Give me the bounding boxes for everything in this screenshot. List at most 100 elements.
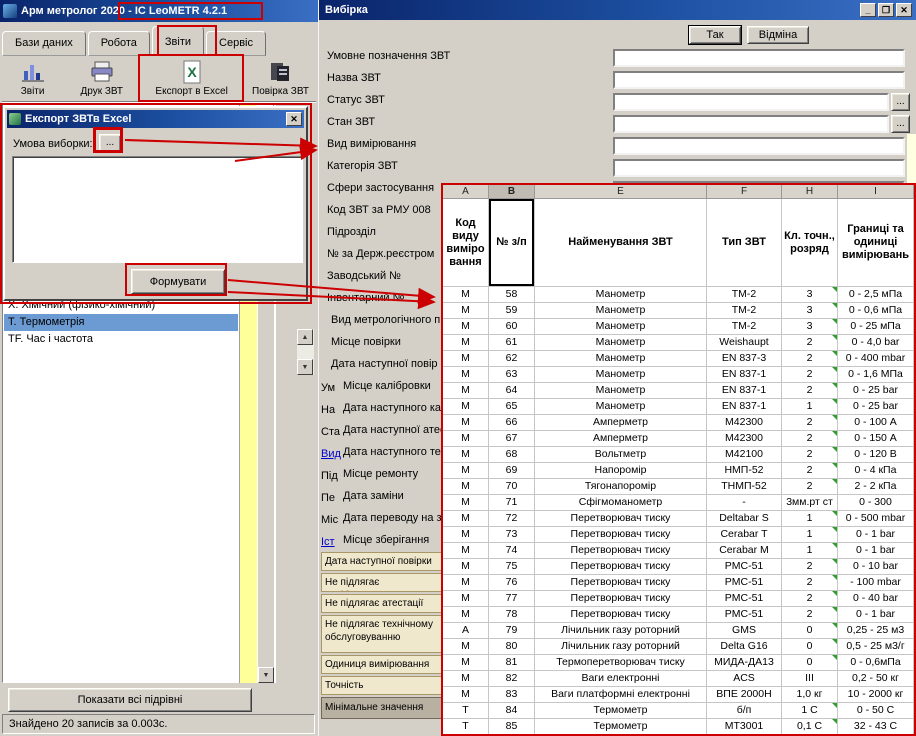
header-cell[interactable]: Кл. точн., розряд	[782, 199, 838, 287]
cell[interactable]: Т	[443, 703, 489, 719]
cell[interactable]: 72	[489, 511, 535, 527]
verification-zvt-button[interactable]: Повірка ЗВТ	[243, 57, 318, 102]
cell[interactable]: 74	[489, 543, 535, 559]
cell[interactable]: Сфігмоманометр	[535, 495, 707, 511]
cell[interactable]: М	[443, 575, 489, 591]
cell[interactable]: 1	[782, 527, 838, 543]
cell[interactable]: М	[443, 367, 489, 383]
cell[interactable]: EN 837-1	[707, 399, 782, 415]
cell[interactable]: 83	[489, 687, 535, 703]
generate-button[interactable]: Формувати	[131, 269, 225, 294]
cell[interactable]: 2	[782, 559, 838, 575]
cell[interactable]: 0 - 400 mbar	[838, 351, 914, 367]
cell[interactable]: Т	[443, 719, 489, 735]
export-excel-button[interactable]: X Експорт в Excel	[140, 57, 243, 102]
cell[interactable]: 68	[489, 447, 535, 463]
cell[interactable]: 1	[782, 543, 838, 559]
cell[interactable]: 62	[489, 351, 535, 367]
cell[interactable]: 61	[489, 335, 535, 351]
cell[interactable]: 0 - 120 В	[838, 447, 914, 463]
cell[interactable]: Манометр	[535, 287, 707, 303]
cell[interactable]: М	[443, 351, 489, 367]
highlighted-field[interactable]: Не підлягає калібруванню	[321, 573, 443, 592]
cell[interactable]: ТМ-2	[707, 303, 782, 319]
cell[interactable]: М	[443, 527, 489, 543]
cell[interactable]: М	[443, 607, 489, 623]
cell[interactable]: PMC-51	[707, 591, 782, 607]
highlighted-field[interactable]: Не підлягає технічному обслуговуванню	[321, 615, 443, 653]
cell[interactable]: Перетворювач тиску	[535, 607, 707, 623]
cell[interactable]: НМП-52	[707, 463, 782, 479]
cell[interactable]: ACS	[707, 671, 782, 687]
cell[interactable]: Термоперетворювач тиску	[535, 655, 707, 671]
cell[interactable]: М	[443, 639, 489, 655]
cell[interactable]: GMS	[707, 623, 782, 639]
cell[interactable]: Манометр	[535, 399, 707, 415]
cell[interactable]: М	[443, 543, 489, 559]
cell[interactable]: 0 - 100 А	[838, 415, 914, 431]
cell[interactable]: 0,25 - 25 м3	[838, 623, 914, 639]
cell[interactable]: 2	[782, 431, 838, 447]
cell[interactable]: PMC-51	[707, 575, 782, 591]
cell[interactable]: 2	[782, 383, 838, 399]
cell[interactable]: 0 - 4,0 bar	[838, 335, 914, 351]
cell[interactable]: 0 - 1 bar	[838, 607, 914, 623]
scroll-up-icon[interactable]: ▲	[297, 329, 313, 345]
cell[interactable]: Cerabar M	[707, 543, 782, 559]
cell[interactable]: 69	[489, 463, 535, 479]
cell[interactable]: 0 - 300	[838, 495, 914, 511]
highlighted-field[interactable]: Дата наступної повірки	[321, 552, 443, 571]
cell[interactable]: Амперметр	[535, 431, 707, 447]
cell[interactable]: 0 - 500 mbar	[838, 511, 914, 527]
cell[interactable]: Лічильник газу роторний	[535, 639, 707, 655]
cell[interactable]: 0 - 25 bar	[838, 383, 914, 399]
cell[interactable]: Перетворювач тиску	[535, 591, 707, 607]
field-browse-button[interactable]: ...	[891, 93, 910, 111]
cell[interactable]: ТМ-2	[707, 319, 782, 335]
reports-button[interactable]: Звіти	[2, 57, 63, 102]
cell[interactable]: Термометр	[535, 719, 707, 735]
cell[interactable]: Перетворювач тиску	[535, 575, 707, 591]
cell[interactable]: 84	[489, 703, 535, 719]
cell[interactable]: 2	[782, 335, 838, 351]
cell[interactable]: Напоромір	[535, 463, 707, 479]
cell[interactable]: М	[443, 319, 489, 335]
cell[interactable]: 0 - 10 bar	[838, 559, 914, 575]
cell[interactable]: 65	[489, 399, 535, 415]
cell[interactable]: 2	[782, 447, 838, 463]
cell[interactable]: Тягонапоромір	[535, 479, 707, 495]
cell[interactable]: -	[707, 495, 782, 511]
cell[interactable]: М	[443, 671, 489, 687]
column-letter[interactable]: A	[443, 185, 489, 199]
cell[interactable]: 60	[489, 319, 535, 335]
cell[interactable]: Перетворювач тиску	[535, 511, 707, 527]
cell[interactable]: 0 - 1,6 МПа	[838, 367, 914, 383]
cell[interactable]: 0 - 40 bar	[838, 591, 914, 607]
cell[interactable]: 66	[489, 415, 535, 431]
print-zvt-button[interactable]: Друк ЗВТ	[63, 57, 140, 102]
field-browse-button[interactable]: ...	[891, 115, 910, 133]
cell[interactable]: М42300	[707, 431, 782, 447]
cell[interactable]: 2	[782, 367, 838, 383]
highlighted-field[interactable]: Не підлягає атестації	[321, 594, 443, 613]
column-letter[interactable]: F	[707, 185, 782, 199]
cell[interactable]: 0	[782, 639, 838, 655]
cell[interactable]: Ваги платформні електронні	[535, 687, 707, 703]
tab-reports[interactable]: Звіти	[152, 26, 204, 56]
header-cell[interactable]: Тип ЗВТ	[707, 199, 782, 287]
cell[interactable]: Delta G16	[707, 639, 782, 655]
condition-listbox[interactable]	[12, 156, 303, 263]
cell[interactable]: 2	[782, 591, 838, 607]
cell[interactable]: 0,1 С	[782, 719, 838, 735]
cell[interactable]: 0 - 4 кПа	[838, 463, 914, 479]
cell[interactable]: 79	[489, 623, 535, 639]
cell[interactable]: А	[443, 623, 489, 639]
condition-browse-button[interactable]: ...	[99, 134, 121, 152]
header-cell[interactable]: № з/п	[489, 199, 535, 287]
selection-field-input[interactable]	[613, 115, 889, 133]
cell[interactable]: 85	[489, 719, 535, 735]
cell[interactable]: 63	[489, 367, 535, 383]
cell[interactable]: 80	[489, 639, 535, 655]
cell[interactable]: М	[443, 287, 489, 303]
cell[interactable]: 78	[489, 607, 535, 623]
